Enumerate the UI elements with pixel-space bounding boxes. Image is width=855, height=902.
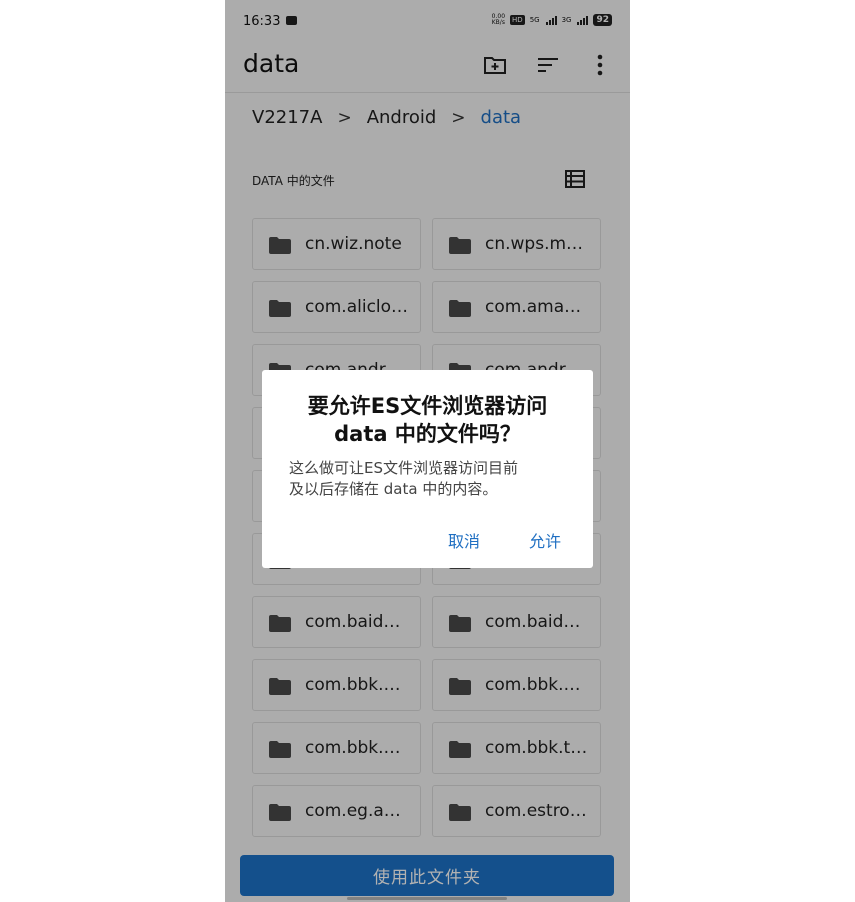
cancel-button[interactable]: 取消 [448,528,480,552]
permission-dialog: 要允许ES文件浏览器访问 data 中的文件吗？ 这么做可让ES文件浏览器访问目… [262,370,593,568]
dialog-title: 要允许ES文件浏览器访问 data 中的文件吗？ [262,392,593,448]
dialog-title-line-2: data 中的文件吗？ [334,422,521,446]
allow-button[interactable]: 允许 [529,528,561,552]
dialog-message-line-1: 这么做可让ES文件浏览器访问目前 [289,459,519,477]
dialog-title-line-1: 要允许ES文件浏览器访问 [307,394,548,418]
phone-screen: 16:33 0.00 KB/s HD 5G 3G 92 data V2217A … [225,0,630,902]
dialog-message-line-2: 及以后存储在 data 中的内容。 [289,480,498,498]
dialog-message: 这么做可让ES文件浏览器访问目前 及以后存储在 data 中的内容。 [289,458,574,500]
